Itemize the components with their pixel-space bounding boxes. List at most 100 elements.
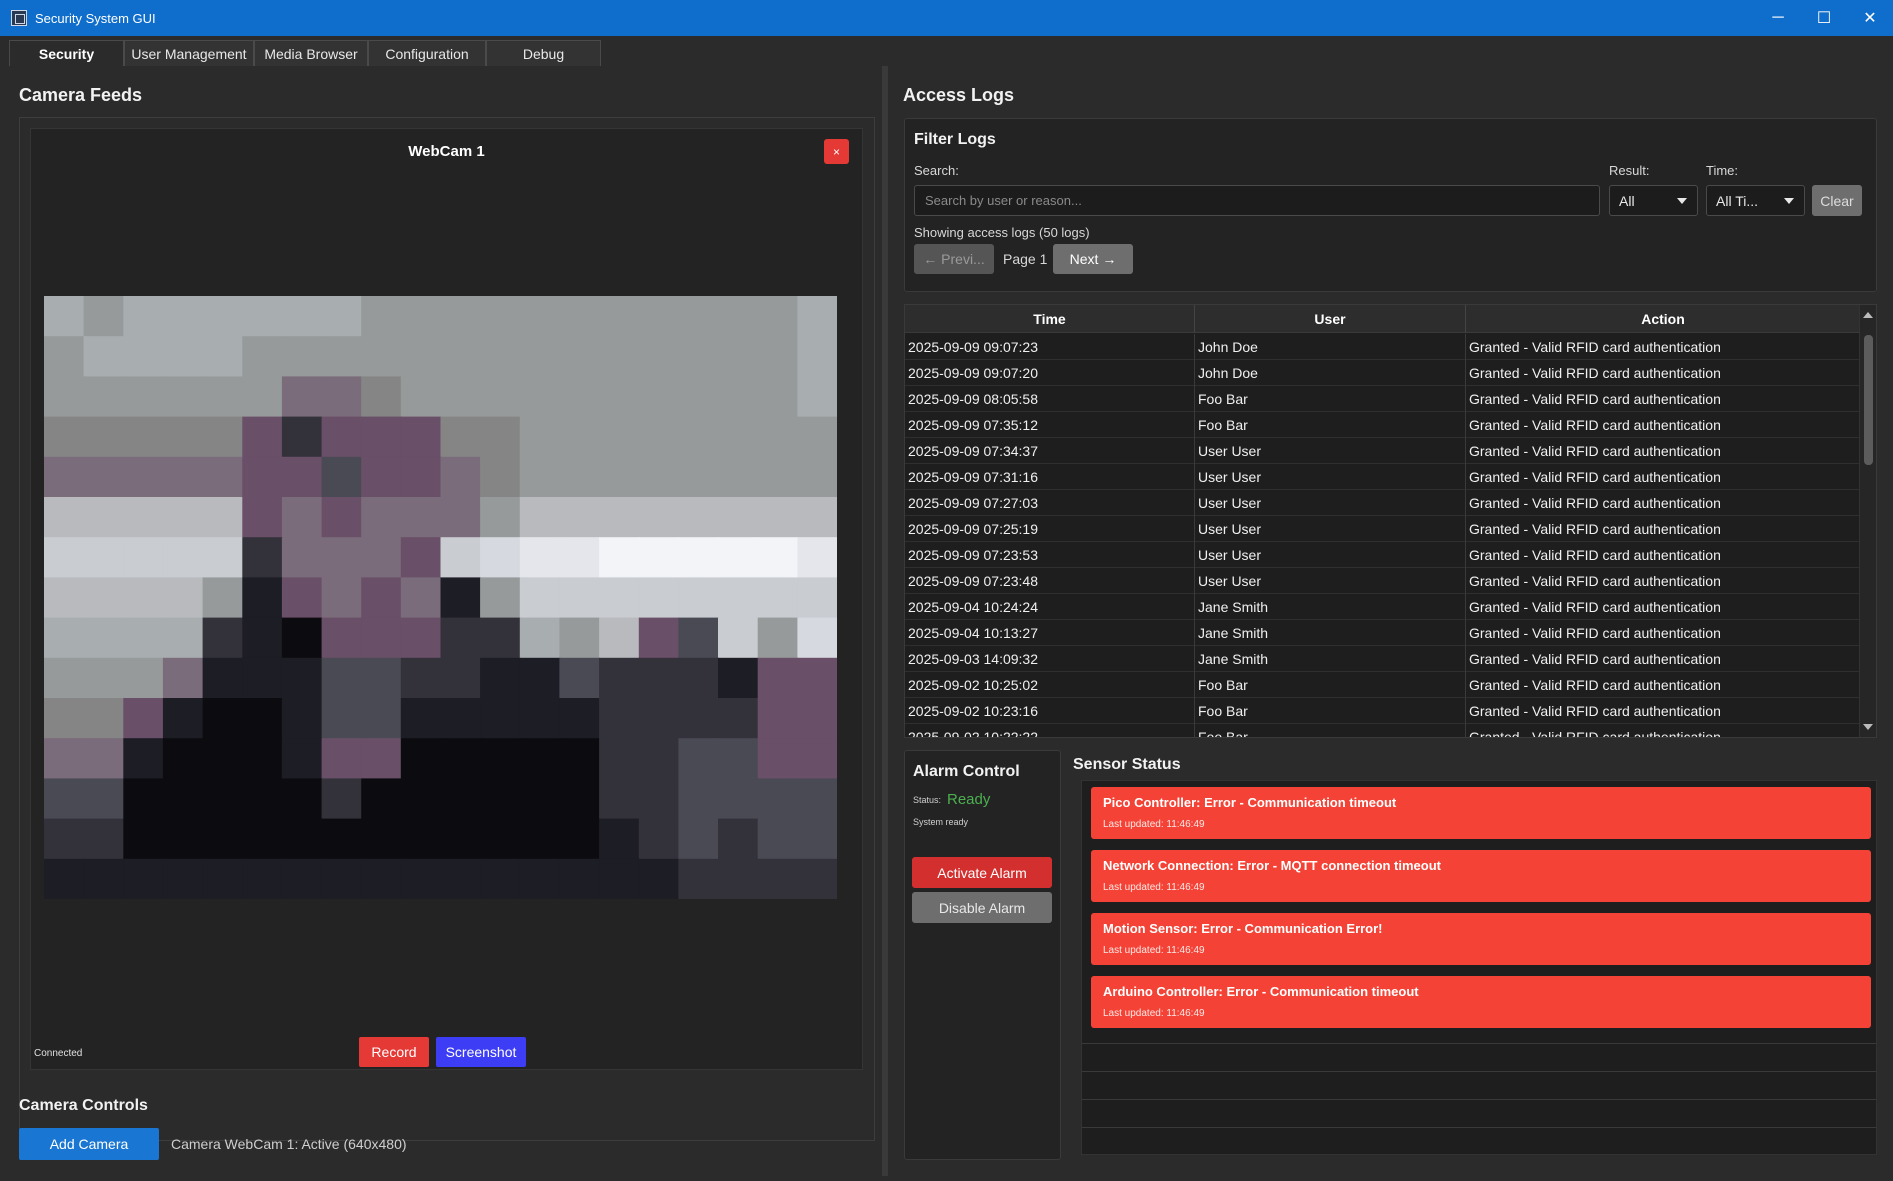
column-header-action[interactable]: Action (1466, 305, 1860, 333)
sensor-card-motion: Motion Sensor: Error - Communication Err… (1091, 913, 1871, 965)
table-row[interactable]: 2025-09-02 10:23:16 Foo Bar Granted - Vali… (905, 698, 1860, 724)
log-time-cell: 2025-09-09 07:34:37 (905, 438, 1195, 464)
divider (1082, 1071, 1876, 1072)
sensor-title: Arduino Controller: Error - Communicatio… (1103, 984, 1419, 999)
sensor-status-box: Sensor Status Pico Controller: Error - C… (1073, 750, 1877, 1160)
log-action-cell: Granted - Valid RFID card authentication (1469, 339, 1721, 355)
log-action-cell: Granted - Valid RFID card authentication (1469, 365, 1721, 381)
filter-logs-box: Filter Logs Search: Search by user or re… (904, 118, 1877, 292)
time-label: Time: (1706, 163, 1739, 178)
log-action-cell: Granted - Valid RFID card authentication (1469, 651, 1721, 667)
log-action-cell: Granted - Valid RFID card authentication (1469, 573, 1721, 589)
log-action-cell: Granted - Valid RFID card authentication (1469, 625, 1721, 641)
log-time-cell: 2025-09-09 07:23:53 (905, 542, 1195, 568)
window-title: Security System GUI (35, 10, 156, 26)
log-user-cell: Foo Bar (1195, 672, 1466, 698)
tab-debug[interactable]: Debug (486, 40, 601, 66)
scroll-thumb[interactable] (1864, 335, 1873, 465)
table-row[interactable]: 2025-09-09 07:34:37 User User Granted - Va… (905, 438, 1860, 464)
tab-configuration[interactable]: Configuration (368, 40, 486, 66)
table-row[interactable]: 2025-09-09 07:35:12 Foo Bar Granted - Vali… (905, 412, 1860, 438)
time-select-value: All Ti... (1716, 192, 1759, 209)
table-row[interactable]: 2025-09-09 07:25:19 User User Granted - Va… (905, 516, 1860, 542)
search-label: Search: (914, 163, 959, 178)
log-action-cell: Granted - Valid RFID card authentication (1469, 599, 1721, 615)
sensor-title: Network Connection: Error - MQTT connect… (1103, 858, 1441, 873)
divider (1082, 1127, 1876, 1128)
close-window-button[interactable]: ✕ (1847, 0, 1893, 36)
camera-close-button[interactable]: × (824, 139, 849, 164)
disable-alarm-button[interactable]: Disable Alarm (912, 892, 1052, 923)
table-row[interactable]: 2025-09-09 07:31:16 User User Granted - Va… (905, 464, 1860, 490)
log-user-cell: Foo Bar (1195, 412, 1466, 438)
result-select-value: All (1619, 192, 1635, 209)
window-controls: ─ ☐ ✕ (1755, 0, 1893, 36)
tab-media-browser[interactable]: Media Browser (254, 40, 368, 66)
table-row[interactable]: 2025-09-09 09:07:20 John Doe Granted - Val… (905, 360, 1860, 386)
search-input[interactable]: Search by user or reason... (914, 185, 1600, 216)
tab-bar: Security User Management Media Browser C… (0, 36, 1893, 66)
alarm-control-heading: Alarm Control (913, 763, 1020, 780)
camera-image (44, 296, 837, 899)
log-action-cell: Granted - Valid RFID card authentication (1469, 703, 1721, 719)
table-row[interactable]: 2025-09-09 09:07:23 John Doe Granted - Val… (905, 334, 1860, 360)
table-row[interactable]: 2025-09-09 07:23:48 User User Granted - Va… (905, 568, 1860, 594)
log-user-cell: Foo Bar (1195, 698, 1466, 724)
clear-filter-button[interactable]: Clear (1812, 185, 1862, 216)
result-select[interactable]: All (1609, 185, 1698, 216)
sensor-card-network: Network Connection: Error - MQTT connect… (1091, 850, 1871, 902)
log-user-cell: User User (1195, 464, 1466, 490)
screenshot-button[interactable]: Screenshot (436, 1037, 526, 1067)
sensor-updated: Last updated: 11:46:49 (1103, 819, 1205, 830)
record-button[interactable]: Record (359, 1037, 429, 1067)
previous-page-button[interactable]: ← Previ... (914, 244, 994, 274)
sensor-card-pico: Pico Controller: Error - Communication t… (1091, 787, 1871, 839)
chevron-down-icon (1677, 198, 1687, 204)
column-header-time[interactable]: Time (905, 305, 1195, 333)
time-select[interactable]: All Ti... (1706, 185, 1805, 216)
log-action-cell: Granted - Valid RFID card authentication (1469, 729, 1721, 738)
log-time-cell: 2025-09-09 07:35:12 (905, 412, 1195, 438)
log-user-cell: User User (1195, 438, 1466, 464)
log-time-cell: 2025-09-04 10:13:27 (905, 620, 1195, 646)
table-row[interactable]: 2025-09-04 10:24:24 Jane Smith Granted - V… (905, 594, 1860, 620)
tab-security[interactable]: Security (9, 40, 124, 66)
sensor-updated: Last updated: 11:46:49 (1103, 882, 1205, 893)
alarm-substatus: System ready (913, 817, 969, 827)
camera-controls-heading: Camera Controls (19, 1097, 148, 1114)
table-row[interactable]: 2025-09-04 10:13:27 Jane Smith Granted - V… (905, 620, 1860, 646)
alarm-status-value: Ready (947, 791, 991, 808)
table-row[interactable]: 2025-09-09 07:27:03 User User Granted - Va… (905, 490, 1860, 516)
activate-alarm-button[interactable]: Activate Alarm (912, 857, 1052, 888)
title-bar: Security System GUI ─ ☐ ✕ (0, 0, 1893, 36)
log-action-cell: Granted - Valid RFID card authentication (1469, 417, 1721, 433)
alarm-status-label: Status: (913, 795, 942, 805)
camera-feeds-heading: Camera Feeds (19, 85, 143, 105)
access-panel: Access Logs Filter Logs Search: Search b… (890, 66, 1893, 1176)
next-page-button[interactable]: Next → (1053, 244, 1133, 274)
table-row[interactable]: 2025-09-02 10:25:02 Foo Bar Granted - Vali… (905, 672, 1860, 698)
tab-user-management[interactable]: User Management (124, 40, 254, 66)
divider (1082, 1043, 1876, 1044)
scroll-up-icon[interactable] (1863, 312, 1873, 318)
result-label: Result: (1609, 163, 1650, 178)
panel-splitter[interactable] (882, 66, 888, 1176)
table-row[interactable]: 2025-09-02 10:22:22 Foo Bar Granted - Vali… (905, 724, 1860, 738)
minimize-button[interactable]: ─ (1755, 0, 1801, 36)
column-header-user[interactable]: User (1195, 305, 1466, 333)
table-row[interactable]: 2025-09-09 07:23:53 User User Granted - Va… (905, 542, 1860, 568)
sensor-title: Motion Sensor: Error - Communication Err… (1103, 921, 1383, 936)
log-user-cell: User User (1195, 568, 1466, 594)
table-row[interactable]: 2025-09-09 08:05:58 Foo Bar Granted - Vali… (905, 386, 1860, 412)
log-time-cell: 2025-09-09 07:25:19 (905, 516, 1195, 542)
table-header: Time User Action (905, 305, 1860, 333)
table-row[interactable]: 2025-09-03 14:09:32 Jane Smith Granted - V… (905, 646, 1860, 672)
alarm-control-box: Alarm Control Status: Ready System ready… (904, 750, 1061, 1160)
table-scrollbar[interactable] (1859, 305, 1876, 737)
log-action-cell: Granted - Valid RFID card authentication (1469, 547, 1721, 563)
maximize-button[interactable]: ☐ (1801, 0, 1847, 36)
log-action-cell: Granted - Valid RFID card authentication (1469, 469, 1721, 485)
scroll-down-icon[interactable] (1863, 724, 1873, 730)
add-camera-button[interactable]: Add Camera (19, 1128, 159, 1160)
camera-panel: Camera Feeds WebCam 1 × Connected Record… (9, 66, 882, 1176)
